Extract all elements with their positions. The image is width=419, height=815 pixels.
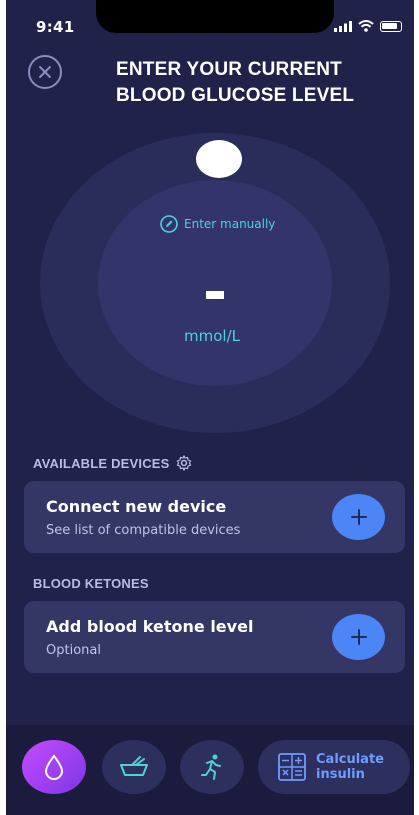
glucose-dial-inner [98,180,332,386]
signal-icon [334,20,352,32]
status-time: 9:41 [36,18,75,36]
running-icon [201,754,221,780]
status-icons [334,20,402,32]
device-notch [96,0,334,33]
plus-icon [350,509,367,525]
close-icon [39,66,51,78]
nav-glucose-button[interactable] [22,740,86,794]
calculate-insulin-label: Calculate insulin [316,752,384,782]
glucose-value [206,291,224,299]
drop-icon [44,754,64,780]
available-devices-heading: AVAILABLE DEVICES [33,455,192,471]
close-button[interactable] [28,55,62,89]
add-ketone-subtitle: Optional [46,643,101,658]
dial-handle[interactable] [196,140,242,178]
page-title: ENTER YOUR CURRENT BLOOD GLUCOSE LEVEL [116,59,355,106]
add-ketone-title: Add blood ketone level [46,617,254,636]
plus-icon [350,629,367,645]
connect-device-add-button[interactable] [332,494,385,540]
pencil-icon [160,215,178,233]
blood-ketones-label: BLOOD KETONES [33,576,149,591]
connect-device-title: Connect new device [46,497,227,516]
app-screen: 9:41 ENTER YOUR CURRENT BLOOD GLUCOSE LE… [6,0,414,815]
nav-meal-button[interactable] [102,740,166,794]
blood-ketones-heading: BLOOD KETONES [33,576,149,591]
bowl-icon [120,756,148,776]
gear-icon[interactable] [176,455,192,471]
calculate-insulin-button[interactable]: Calculate insulin [258,740,410,794]
connect-device-subtitle: See list of compatible devices [46,523,241,538]
glucose-unit: mmol/L [184,327,240,345]
battery-icon [380,20,402,32]
add-ketone-card[interactable]: Add blood ketone level Optional [24,601,405,673]
connect-device-card[interactable]: Connect new device See list of compatibl… [24,481,405,553]
wifi-icon [358,20,374,32]
available-devices-label: AVAILABLE DEVICES [33,455,170,471]
calculator-icon [278,753,306,781]
enter-manually-link[interactable]: Enter manually [160,215,275,233]
enter-manually-label: Enter manually [184,217,276,231]
nav-activity-button[interactable] [180,740,244,794]
add-ketone-add-button[interactable] [332,614,385,660]
